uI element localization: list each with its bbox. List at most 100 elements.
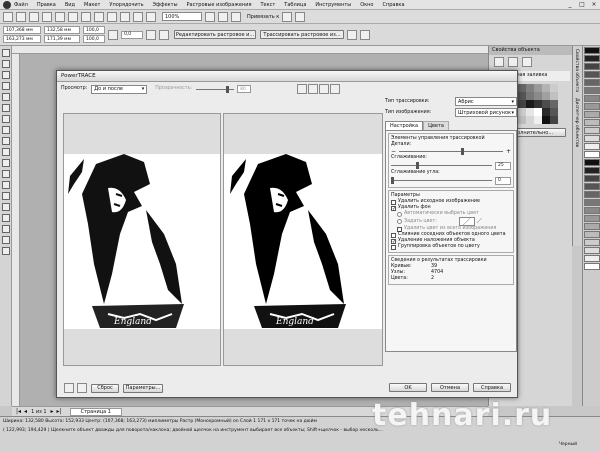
palette-swatch[interactable]	[584, 71, 600, 78]
docker-color-chip[interactable]	[550, 92, 558, 100]
preview-select[interactable]: До и после ▾	[91, 84, 148, 94]
docker-color-chip[interactable]	[526, 84, 534, 92]
docker-color-chip[interactable]	[534, 84, 542, 92]
palette-swatch[interactable]	[584, 103, 600, 110]
mirror-horizontal-icon[interactable]	[146, 29, 156, 40]
width-field[interactable]: 132,58 мм	[44, 26, 80, 34]
docker-color-chip[interactable]	[550, 100, 558, 108]
docker-color-chip[interactable]	[550, 116, 558, 124]
help-button[interactable]: Справка	[473, 383, 511, 392]
menu-window[interactable]: Окно	[360, 2, 373, 8]
docker-color-chip[interactable]	[534, 116, 542, 124]
welcome-icon[interactable]	[282, 11, 293, 22]
general-tab-icon[interactable]	[522, 57, 532, 67]
menu-view[interactable]: Вид	[65, 2, 75, 8]
transparency-slider[interactable]	[196, 85, 235, 93]
rulers-icon[interactable]	[218, 11, 228, 22]
fill-tab-icon[interactable]	[494, 57, 504, 67]
wrap-text-icon[interactable]	[360, 29, 370, 40]
undo-trace-icon[interactable]	[64, 383, 74, 393]
table-tool-icon[interactable]	[2, 170, 10, 178]
import-icon[interactable]	[120, 11, 130, 22]
reset-button[interactable]: Сброс	[91, 383, 119, 393]
new-document-icon[interactable]	[3, 11, 13, 22]
menu-table[interactable]: Таблица	[284, 2, 306, 8]
last-page-icon[interactable]: ▸|	[57, 408, 62, 415]
zoom-tool-icon[interactable]	[2, 82, 10, 90]
zoom-out-icon[interactable]	[308, 84, 319, 94]
palette-swatch[interactable]	[584, 239, 600, 246]
palette-swatch[interactable]	[584, 151, 600, 158]
palette-swatch[interactable]	[584, 79, 600, 86]
docker-color-chip[interactable]	[526, 100, 534, 108]
export-icon[interactable]	[133, 11, 143, 22]
palette-swatch[interactable]	[584, 191, 600, 198]
menu-file[interactable]: Файл	[14, 2, 28, 8]
docker-color-chip[interactable]	[518, 100, 526, 108]
eyedropper-icon[interactable]: ⟋	[477, 217, 482, 226]
undo-icon[interactable]	[94, 11, 104, 22]
paste-icon[interactable]	[81, 11, 91, 22]
lock-ratio-icon[interactable]	[108, 29, 118, 40]
text-tool-icon[interactable]	[2, 159, 10, 167]
page-tab[interactable]: Страница 1	[69, 407, 122, 416]
palette-swatch[interactable]	[584, 127, 600, 134]
trace-type-select[interactable]: Абрис ▾	[455, 97, 517, 106]
palette-swatch[interactable]	[584, 143, 600, 150]
interactive-fill-tool-icon[interactable]	[2, 247, 10, 255]
y-position-field[interactable]: 163,273 мм	[3, 35, 41, 43]
remove-all-color-checkbox[interactable]	[397, 226, 402, 232]
x-position-field[interactable]: 107,368 мм	[3, 26, 41, 34]
transparency-field[interactable]: 80	[237, 85, 252, 93]
palette-swatch[interactable]	[584, 111, 600, 118]
docker-color-chip[interactable]	[542, 92, 550, 100]
pan-icon[interactable]	[330, 84, 341, 94]
palette-swatch[interactable]	[584, 255, 600, 262]
shape-tool-icon[interactable]	[2, 60, 10, 68]
menu-effects[interactable]: Эффекты	[153, 2, 178, 8]
palette-swatch[interactable]	[584, 247, 600, 254]
palette-swatch[interactable]	[584, 215, 600, 222]
crop-tool-icon[interactable]	[2, 71, 10, 79]
tab-settings[interactable]: Настройка	[385, 121, 424, 130]
fit-to-window-icon[interactable]	[319, 84, 330, 94]
prev-page-icon[interactable]: ◂	[24, 408, 27, 415]
menu-layout[interactable]: Макет	[84, 2, 100, 8]
redo-icon[interactable]	[107, 11, 117, 22]
eyedropper-tool-icon[interactable]	[2, 214, 10, 222]
docker-color-chip[interactable]	[534, 100, 542, 108]
outline-tab-icon[interactable]	[508, 57, 518, 67]
outline-tool-icon[interactable]	[2, 225, 10, 233]
docker-color-chip[interactable]	[542, 84, 550, 92]
plus-icon[interactable]: +	[506, 148, 511, 155]
height-field[interactable]: 171,39 мм	[44, 35, 80, 43]
palette-swatch[interactable]	[584, 207, 600, 214]
palette-swatch[interactable]	[584, 175, 600, 182]
palette-swatch[interactable]	[584, 199, 600, 206]
docker-color-chip[interactable]	[550, 84, 558, 92]
cut-icon[interactable]	[55, 11, 65, 22]
detail-slider[interactable]	[399, 148, 503, 155]
docker-color-chip[interactable]	[518, 92, 526, 100]
docker-color-chip[interactable]	[542, 116, 550, 124]
remove-original-checkbox[interactable]	[391, 199, 396, 205]
palette-swatch[interactable]	[584, 231, 600, 238]
rotation-field[interactable]: 0,0	[121, 30, 143, 39]
palette-swatch[interactable]	[584, 263, 600, 270]
first-page-icon[interactable]: |◂	[16, 408, 21, 415]
image-type-select[interactable]: Штриховой рисунок ▾	[455, 108, 517, 117]
dimension-tool-icon[interactable]	[2, 181, 10, 189]
redo-trace-icon[interactable]	[77, 383, 87, 393]
before-preview[interactable]: England	[63, 113, 221, 366]
smart-fill-tool-icon[interactable]	[2, 104, 10, 112]
palette-swatch[interactable]	[584, 223, 600, 230]
ellipse-tool-icon[interactable]	[2, 126, 10, 134]
side-tab-object-properties[interactable]: Свойства объекта	[573, 46, 580, 95]
minus-icon[interactable]: −	[391, 148, 396, 155]
menu-text[interactable]: Текст	[260, 2, 275, 8]
menu-help[interactable]: Справка	[382, 2, 404, 8]
grid-icon[interactable]	[231, 11, 241, 22]
pick-tool-icon[interactable]	[2, 49, 10, 57]
palette-swatch[interactable]	[584, 87, 600, 94]
basic-shapes-tool-icon[interactable]	[2, 148, 10, 156]
